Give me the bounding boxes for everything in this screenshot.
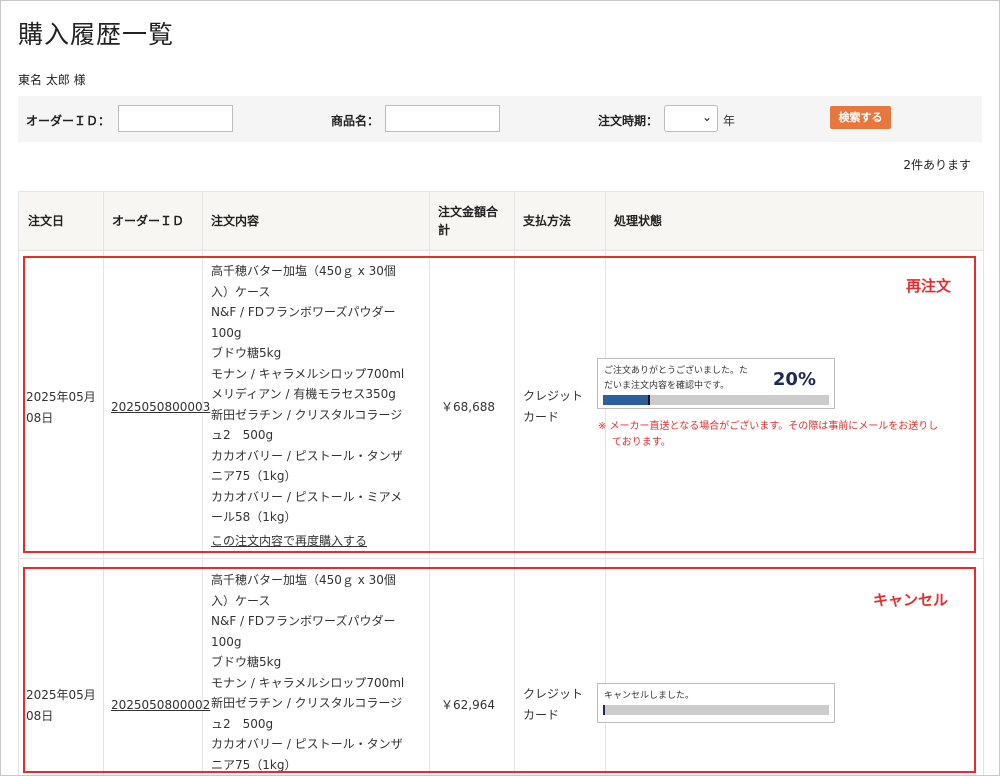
header-order-total: 注文金額合計 [438,205,499,237]
order-year-select[interactable]: ⌄ [664,105,718,132]
search-button[interactable]: 検索する [830,106,891,129]
result-count: 2件あります [903,158,971,172]
annotation-box-cancel [23,567,976,773]
user-name: 東名 太郎 様 [18,73,86,87]
row-divider [19,558,983,559]
order-id-label: オーダーＩＤ： [26,114,111,128]
page-title: 購入履歴一覧 [18,20,175,49]
order-id-input[interactable] [118,105,233,132]
order-period-label: 注文時期： [598,114,659,128]
header-order-content: 注文内容 [211,214,260,228]
year-suffix: 年 [723,114,736,128]
purchase-history-page: 購入履歴一覧 東名 太郎 様 オーダーＩＤ： 商品名： 注文時期： ⌄ 年 検索… [0,0,1000,776]
product-name-input[interactable] [385,105,500,132]
annotation-label-cancel: キャンセル [873,591,949,609]
table-header: 注文日 オーダーＩＤ 注文内容 注文金額合計 支払方法 処理状態 [19,192,983,251]
header-payment-method: 支払方法 [523,214,572,228]
search-bar: オーダーＩＤ： 商品名： 注文時期： ⌄ 年 検索する [18,96,982,142]
annotation-box-reorder [23,256,976,553]
product-name-label: 商品名： [331,114,380,128]
annotation-label-reorder: 再注文 [906,277,952,295]
header-order-date: 注文日 [28,214,65,228]
header-order-id: オーダーＩＤ [112,214,185,228]
chevron-down-icon: ⌄ [701,110,712,124]
header-status: 処理状態 [614,214,663,228]
